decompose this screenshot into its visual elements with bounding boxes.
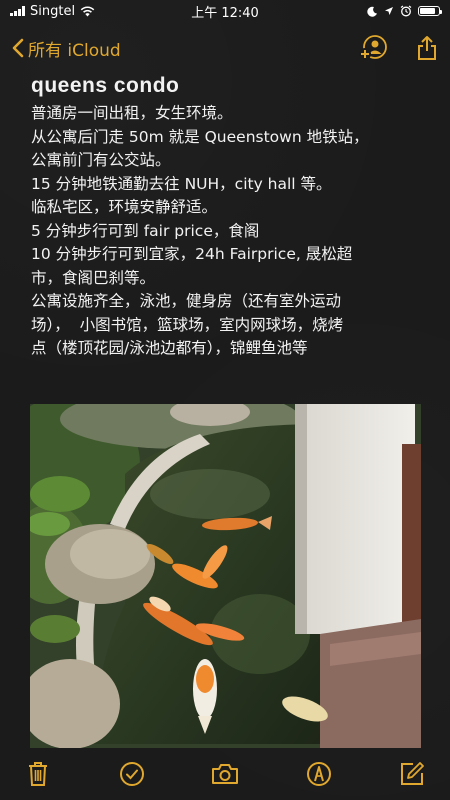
status-bar: Singtel 上午 12:40	[0, 0, 450, 22]
note-line: 公寓前门有公交站。	[31, 151, 171, 169]
koi-pond-photo[interactable]	[30, 404, 421, 748]
note-content[interactable]: queens condo 普通房一间出租，女生环境。 从公寓后门走 50m 就是…	[31, 74, 434, 361]
note-line: 市，食阁巴刹等。	[31, 268, 156, 287]
note-title: queens condo	[31, 74, 180, 97]
markup-icon	[306, 762, 331, 786]
status-right	[367, 5, 442, 17]
camera-button[interactable]	[211, 760, 239, 788]
clock: 上午 12:40	[191, 5, 259, 21]
note-line: 5 分钟步行可到 fair price，食阁	[31, 221, 260, 240]
checklist-icon	[119, 762, 144, 786]
trash-icon	[29, 762, 47, 786]
note-line: 15 分钟地铁通勤去往 NUH，city hall 等。	[31, 174, 332, 193]
wifi-icon	[80, 5, 95, 16]
checklist-button[interactable]	[118, 760, 146, 788]
bottom-toolbar	[0, 748, 450, 800]
koi-pond-illustration	[30, 404, 421, 748]
camera-icon	[212, 764, 238, 784]
note-line: 场）， 小图书馆，篮球场，室内网球场，烧烤	[31, 315, 344, 334]
note-line: 临私宅区，环境安静舒适。	[31, 198, 218, 216]
share-icon[interactable]	[416, 35, 438, 61]
carrier-label: Singtel	[30, 3, 76, 19]
note-line: 点（楼顶花园/泳池边都有），锦鲤鱼池等	[31, 339, 308, 357]
markup-button[interactable]	[305, 760, 333, 788]
moon-icon	[367, 6, 377, 17]
back-button[interactable]: 所有 iCloud	[12, 36, 121, 61]
note-line: 从公寓后门走 50m 就是 Queenstown 地铁站，	[31, 127, 369, 146]
delete-button[interactable]	[24, 760, 52, 788]
alarm-icon	[400, 5, 412, 17]
note-line: 公寓设施齐全，泳池，健身房（还有室外运动	[31, 292, 342, 310]
chevron-left-icon	[12, 38, 24, 58]
note-line: 普通房一间出租，女生环境。	[31, 104, 233, 122]
battery-icon	[418, 6, 442, 16]
note-line: 10 分钟步行可到宜家，24h Fairprice, 晟松超	[31, 245, 353, 263]
status-left: Singtel	[10, 4, 95, 19]
add-people-icon[interactable]	[358, 35, 388, 61]
signal-icon	[10, 6, 25, 16]
battery-level	[420, 8, 436, 14]
nav-actions	[358, 35, 438, 61]
compose-icon	[401, 762, 424, 785]
navigation-bar: 所有 iCloud	[0, 28, 450, 68]
back-label: 所有 iCloud	[28, 40, 121, 61]
location-icon	[385, 7, 393, 15]
compose-button[interactable]	[398, 760, 426, 788]
